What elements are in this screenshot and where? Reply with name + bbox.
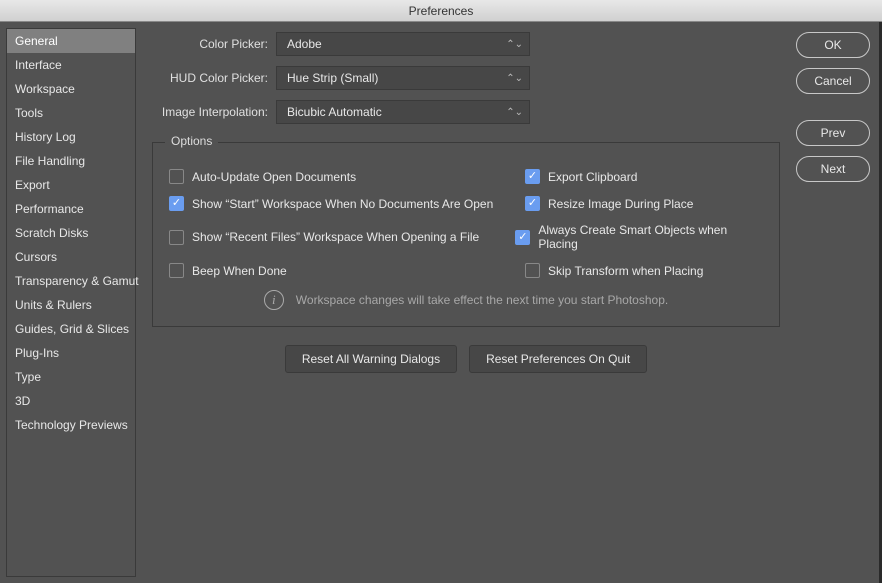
sidebar-item-general[interactable]: General (7, 29, 135, 53)
sidebar-item-label: 3D (15, 394, 30, 408)
sidebar-item-scratch-disks[interactable]: Scratch Disks (7, 221, 135, 245)
checkbox-icon[interactable] (525, 169, 540, 184)
checkbox-icon[interactable] (169, 196, 184, 211)
color-picker-label: Color Picker: (152, 37, 268, 51)
checkbox-label: Skip Transform when Placing (548, 264, 703, 278)
sidebar-item-label: Interface (15, 58, 62, 72)
sidebar-item-label: Export (15, 178, 50, 192)
sidebar-item-label: Transparency & Gamut (15, 274, 139, 288)
sidebar-item-label: Workspace (15, 82, 75, 96)
option-left-0[interactable]: Auto-Update Open Documents (169, 169, 525, 184)
option-left-1[interactable]: Show “Start” Workspace When No Documents… (169, 196, 525, 211)
sidebar-item-units-rulers[interactable]: Units & Rulers (7, 293, 135, 317)
info-icon: i (264, 290, 284, 310)
prev-button[interactable]: Prev (796, 120, 870, 146)
sidebar-item-label: Scratch Disks (15, 226, 88, 240)
checkbox-icon[interactable] (515, 230, 530, 245)
next-button[interactable]: Next (796, 156, 870, 182)
reset-warnings-label: Reset All Warning Dialogs (302, 352, 440, 366)
option-right-3[interactable]: Skip Transform when Placing (525, 263, 703, 278)
sidebar-item-plug-ins[interactable]: Plug-Ins (7, 341, 135, 365)
option-right-1[interactable]: Resize Image During Place (525, 196, 693, 211)
sidebar-item-3d[interactable]: 3D (7, 389, 135, 413)
preferences-sidebar: General Interface Workspace Tools History Lo… (6, 28, 136, 577)
reset-on-quit-label: Reset Preferences On Quit (486, 352, 630, 366)
color-picker-value: Adobe (287, 37, 322, 51)
checkbox-label: Export Clipboard (548, 170, 637, 184)
sidebar-item-label: Performance (15, 202, 84, 216)
sidebar-item-label: Tools (15, 106, 43, 120)
checkbox-label: Resize Image During Place (548, 197, 693, 211)
checkbox-label: Show “Recent Files” Workspace When Openi… (192, 230, 479, 244)
image-interpolation-value: Bicubic Automatic (287, 105, 382, 119)
next-label: Next (821, 162, 846, 176)
sidebar-item-file-handling[interactable]: File Handling (7, 149, 135, 173)
option-right-0[interactable]: Export Clipboard (525, 169, 637, 184)
image-interpolation-label: Image Interpolation: (152, 105, 268, 119)
reset-warnings-button[interactable]: Reset All Warning Dialogs (285, 345, 457, 373)
checkbox-icon[interactable] (525, 196, 540, 211)
sidebar-item-workspace[interactable]: Workspace (7, 77, 135, 101)
sidebar-item-interface[interactable]: Interface (7, 53, 135, 77)
dialog-buttons: OK Cancel Prev Next (796, 22, 882, 583)
sidebar-item-technology-previews[interactable]: Technology Previews (7, 413, 135, 437)
ok-button[interactable]: OK (796, 32, 870, 58)
sidebar-item-label: Technology Previews (15, 418, 128, 432)
checkbox-label: Show “Start” Workspace When No Documents… (192, 197, 493, 211)
option-right-2[interactable]: Always Create Smart Objects when Placing (515, 223, 763, 251)
sidebar-item-label: Units & Rulers (15, 298, 92, 312)
ok-label: OK (824, 38, 841, 52)
sidebar-item-label: Type (15, 370, 41, 384)
prev-label: Prev (821, 126, 846, 140)
options-info-text: Workspace changes will take effect the n… (296, 293, 668, 307)
sidebar-item-label: History Log (15, 130, 76, 144)
sidebar-item-guides-grid-slices[interactable]: Guides, Grid & Slices (7, 317, 135, 341)
option-left-3[interactable]: Beep When Done (169, 263, 525, 278)
sidebar-item-label: File Handling (15, 154, 85, 168)
image-interpolation-select[interactable]: Bicubic Automatic ⌃⌄ (276, 100, 530, 124)
chevron-updown-icon: ⌃⌄ (506, 73, 523, 84)
checkbox-icon[interactable] (169, 230, 184, 245)
options-legend: Options (165, 134, 218, 148)
sidebar-item-cursors[interactable]: Cursors (7, 245, 135, 269)
sidebar-item-performance[interactable]: Performance (7, 197, 135, 221)
sidebar-item-label: Cursors (15, 250, 57, 264)
hud-color-picker-select[interactable]: Hue Strip (Small) ⌃⌄ (276, 66, 530, 90)
hud-color-picker-label: HUD Color Picker: (152, 71, 268, 85)
sidebar-item-transparency-gamut[interactable]: Transparency & Gamut (7, 269, 135, 293)
options-info-row: i Workspace changes will take effect the… (169, 290, 763, 310)
sidebar-item-label: Plug-Ins (15, 346, 59, 360)
chevron-updown-icon: ⌃⌄ (506, 107, 523, 118)
window-titlebar: Preferences (0, 0, 882, 22)
color-picker-select[interactable]: Adobe ⌃⌄ (276, 32, 530, 56)
sidebar-item-label: Guides, Grid & Slices (15, 322, 129, 336)
checkbox-icon[interactable] (169, 169, 184, 184)
sidebar-item-type[interactable]: Type (7, 365, 135, 389)
sidebar-item-history-log[interactable]: History Log (7, 125, 135, 149)
sidebar-item-tools[interactable]: Tools (7, 101, 135, 125)
option-left-2[interactable]: Show “Recent Files” Workspace When Openi… (169, 223, 515, 251)
reset-on-quit-button[interactable]: Reset Preferences On Quit (469, 345, 647, 373)
checkbox-icon[interactable] (525, 263, 540, 278)
sidebar-item-export[interactable]: Export (7, 173, 135, 197)
checkbox-label: Always Create Smart Objects when Placing (538, 223, 763, 251)
cancel-button[interactable]: Cancel (796, 68, 870, 94)
sidebar-item-label: General (15, 34, 58, 48)
options-group: Options Auto-Update Open DocumentsExport… (152, 142, 780, 327)
checkbox-label: Auto-Update Open Documents (192, 170, 356, 184)
window-title: Preferences (409, 4, 474, 18)
checkbox-icon[interactable] (169, 263, 184, 278)
hud-color-picker-value: Hue Strip (Small) (287, 71, 378, 85)
preferences-main: Color Picker: Adobe ⌃⌄ HUD Color Picker:… (136, 22, 796, 583)
chevron-updown-icon: ⌃⌄ (506, 39, 523, 50)
cancel-label: Cancel (814, 74, 851, 88)
checkbox-label: Beep When Done (192, 264, 287, 278)
